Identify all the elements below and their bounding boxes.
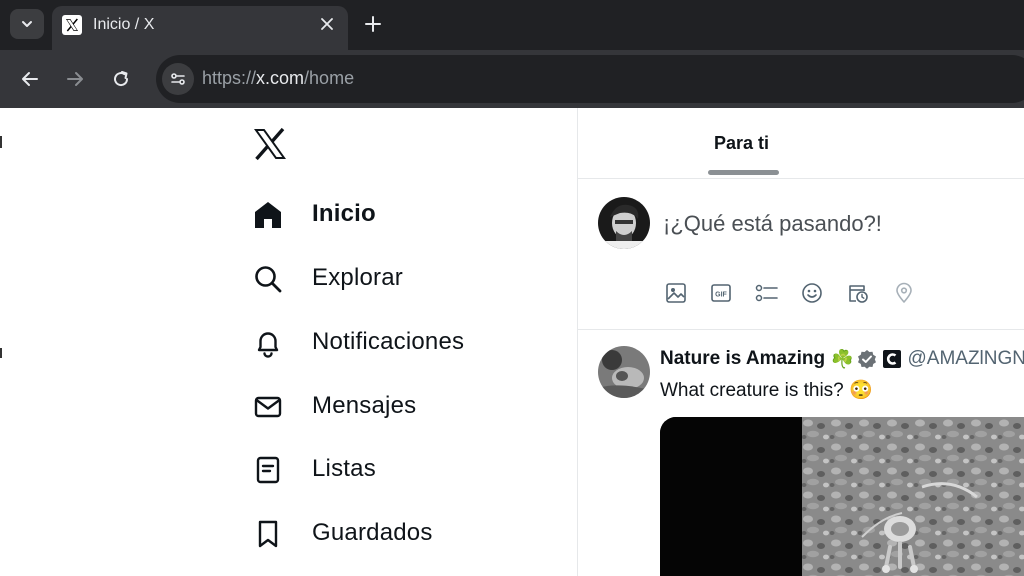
media-photo	[802, 417, 1024, 576]
sidebar-item-notificaciones[interactable]: Notificaciones	[252, 323, 464, 363]
x-home-page: Inicio Explorar Notificaciones Mensajes …	[0, 108, 1024, 576]
sidebar-item-label: Mensajes	[312, 392, 417, 419]
edge-mark	[0, 136, 2, 148]
sidebar-item-inicio[interactable]: Inicio	[252, 195, 376, 235]
tweet-text: What creature is this? 😳	[660, 380, 873, 401]
timeline-tabs: Para ti	[578, 108, 1024, 179]
tweet-media-image[interactable]	[660, 417, 1024, 576]
browser-tab-strip: Inicio / X	[0, 0, 1024, 50]
main-timeline: Para ti GIF	[577, 108, 1024, 576]
bookmark-icon	[252, 518, 284, 550]
sidebar-item-listas[interactable]: Listas	[252, 450, 376, 490]
tweet-handle[interactable]: @AMAZlNGN	[907, 348, 1024, 370]
tweet-author-name[interactable]: Nature is Amazing	[660, 348, 825, 370]
gif-icon[interactable]: GIF	[709, 281, 733, 305]
edge-mark	[0, 348, 2, 358]
avatar[interactable]	[598, 346, 650, 398]
sidebar-item-label: Guardados	[312, 519, 433, 546]
tab-title: Inicio / X	[93, 16, 155, 33]
emoji-icon[interactable]	[800, 281, 824, 305]
tab-para-ti[interactable]: Para ti	[714, 133, 769, 154]
svg-text:GIF: GIF	[715, 292, 727, 299]
chevron-down-icon	[22, 21, 32, 27]
image-icon[interactable]	[664, 281, 688, 305]
address-bar[interactable]: https://x.com/home	[156, 55, 1024, 103]
shamrock-emoji: ☘️	[831, 348, 854, 369]
bell-icon	[252, 327, 284, 359]
url-text: https://x.com/home	[202, 68, 354, 89]
sidebar-item-label: Inicio	[312, 200, 376, 227]
tweet-header: Nature is Amazing ☘️ @AMAZlNGN	[660, 348, 1024, 370]
sidebar-item-label: Listas	[312, 455, 376, 482]
url-path: /home	[304, 68, 355, 88]
back-icon[interactable]	[15, 64, 45, 94]
active-tab-indicator	[708, 170, 779, 175]
compose-input[interactable]	[663, 211, 1023, 237]
media-dark-panel	[660, 417, 802, 576]
tweet[interactable]: Nature is Amazing ☘️ @AMAZlNGN What crea…	[578, 330, 1024, 576]
tweet-composer: GIF	[578, 179, 1024, 330]
site-settings-icon[interactable]	[162, 63, 194, 95]
plus-icon[interactable]	[360, 11, 386, 37]
verified-badge-icon	[857, 349, 877, 369]
avatar[interactable]	[598, 197, 650, 249]
x-logo-icon[interactable]	[252, 126, 288, 162]
sidebar-item-label: Notificaciones	[312, 328, 465, 355]
home-icon	[252, 199, 284, 231]
reload-icon[interactable]	[106, 64, 136, 94]
poll-icon[interactable]	[755, 281, 779, 305]
sidebar-item-guardados[interactable]: Guardados	[252, 514, 432, 554]
sidebar-item-mensajes[interactable]: Mensajes	[252, 387, 416, 427]
x-favicon-icon	[62, 15, 82, 35]
forward-icon[interactable]	[60, 64, 90, 94]
sidebar-item-label: Explorar	[312, 264, 403, 291]
url-scheme: https://	[202, 68, 257, 88]
list-icon	[252, 454, 284, 486]
close-icon[interactable]	[316, 13, 338, 35]
url-host: x.com	[256, 68, 305, 88]
sidebar-item-explorar[interactable]: Explorar	[252, 259, 403, 299]
search-icon	[252, 263, 284, 295]
tab-search-button[interactable]	[10, 9, 44, 39]
mail-icon	[252, 391, 284, 423]
browser-toolbar: https://x.com/home	[0, 50, 1024, 108]
affiliate-badge-icon	[883, 350, 902, 368]
schedule-icon[interactable]	[846, 281, 870, 305]
location-icon[interactable]	[892, 281, 916, 305]
browser-tab[interactable]: Inicio / X	[52, 6, 348, 50]
